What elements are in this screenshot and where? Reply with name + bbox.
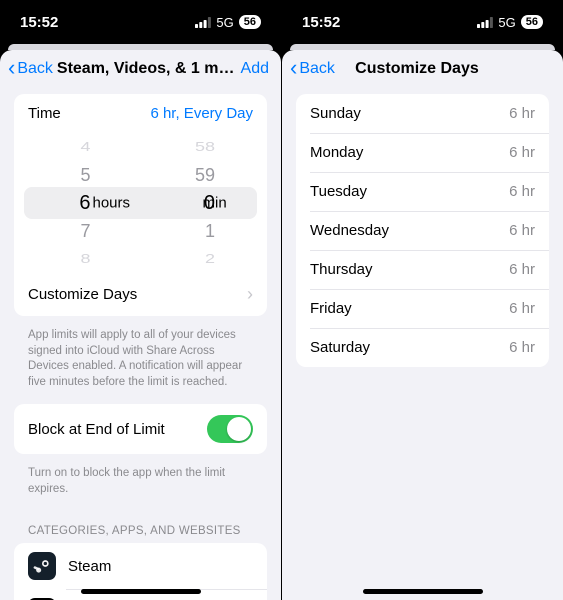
phone-right: 15:52 5G 56 ‹ Back Customize Days Sunday… [282, 0, 563, 600]
day-name: Tuesday [310, 183, 367, 200]
sheet: ‹ Back Customize Days Sunday 6 hr Monday… [282, 50, 563, 600]
hours-opt[interactable]: 8 [14, 249, 141, 269]
time-value: 6 hr, Every Day [150, 105, 253, 122]
block-group: Block at End of Limit [14, 404, 267, 454]
block-footer: Turn on to block the app when the limit … [14, 462, 267, 511]
back-label: Back [299, 60, 335, 78]
hours-opt[interactable]: 7 [14, 217, 141, 245]
day-name: Thursday [310, 261, 373, 278]
back-button[interactable]: ‹ Back [8, 60, 53, 78]
day-row-wednesday[interactable]: Wednesday 6 hr [296, 211, 549, 250]
signal-icon [477, 17, 493, 28]
block-toggle[interactable] [207, 415, 253, 443]
battery-level: 56 [239, 15, 261, 29]
day-row-tuesday[interactable]: Tuesday 6 hr [296, 172, 549, 211]
days-group: Sunday 6 hr Monday 6 hr Tuesday 6 hr Wed… [296, 94, 549, 367]
min-opt[interactable]: 58 [141, 137, 268, 157]
day-value: 6 hr [509, 183, 535, 200]
day-value: 6 hr [509, 105, 535, 122]
hours-unit: hours [93, 195, 131, 212]
time-group: Time 6 hr, Every Day hours min 3 4 5 6 7 [14, 94, 267, 316]
time-picker[interactable]: hours min 3 4 5 6 7 8 9 [14, 133, 267, 273]
apps-section-header: Categories, Apps, and Websites [14, 511, 267, 543]
time-label: Time [28, 105, 61, 122]
customize-days-label: Customize Days [28, 286, 137, 303]
day-value: 6 hr [509, 144, 535, 161]
hours-opt[interactable]: 4 [14, 137, 141, 157]
day-name: Wednesday [310, 222, 389, 239]
day-name: Monday [310, 144, 363, 161]
nav-bar: ‹ Back Customize Days [282, 50, 563, 86]
toggle-knob [227, 417, 251, 441]
battery-level: 56 [521, 15, 543, 29]
content: Sunday 6 hr Monday 6 hr Tuesday 6 hr Wed… [282, 86, 563, 600]
day-name: Saturday [310, 339, 370, 356]
network-label: 5G [498, 15, 515, 30]
day-row-saturday[interactable]: Saturday 6 hr [296, 328, 549, 367]
back-label: Back [17, 60, 53, 78]
day-name: Sunday [310, 105, 361, 122]
min-opt[interactable]: 59 [141, 161, 268, 189]
day-row-monday[interactable]: Monday 6 hr [296, 133, 549, 172]
limits-footer: App limits will apply to all of your dev… [14, 324, 267, 404]
chevron-left-icon: ‹ [8, 60, 15, 76]
status-right: 5G 56 [477, 15, 543, 30]
home-indicator[interactable] [81, 589, 201, 594]
day-value: 6 hr [509, 261, 535, 278]
hours-opt[interactable]: 5 [14, 161, 141, 189]
content: Time 6 hr, Every Day hours min 3 4 5 6 7 [0, 86, 281, 600]
network-label: 5G [216, 15, 233, 30]
block-label: Block at End of Limit [28, 421, 165, 438]
home-indicator[interactable] [363, 589, 483, 594]
status-time: 15:52 [302, 14, 340, 31]
phone-left: 15:52 5G 56 ‹ Back Steam, Videos, & 1 mo… [0, 0, 281, 600]
page-title: Customize Days [335, 60, 499, 78]
sheet: ‹ Back Steam, Videos, & 1 more Add Time … [0, 50, 281, 600]
day-row-thursday[interactable]: Thursday 6 hr [296, 250, 549, 289]
status-bar: 15:52 5G 56 [282, 0, 563, 44]
min-opt[interactable]: 2 [141, 249, 268, 269]
page-title: Steam, Videos, & 1 more [53, 60, 241, 78]
day-value: 6 hr [509, 339, 535, 356]
status-right: 5G 56 [195, 15, 261, 30]
signal-icon [195, 17, 211, 28]
customize-days-row[interactable]: Customize Days › [14, 273, 267, 316]
day-name: Friday [310, 300, 352, 317]
add-button[interactable]: Add [241, 60, 269, 78]
nav-bar: ‹ Back Steam, Videos, & 1 more Add [0, 50, 281, 86]
steam-icon [28, 552, 56, 580]
back-button[interactable]: ‹ Back [290, 60, 335, 78]
day-row-friday[interactable]: Friday 6 hr [296, 289, 549, 328]
chevron-left-icon: ‹ [290, 60, 297, 76]
day-row-sunday[interactable]: Sunday 6 hr [296, 94, 549, 133]
chevron-right-icon: › [247, 284, 253, 305]
min-opt[interactable]: 1 [141, 217, 268, 245]
time-row[interactable]: Time 6 hr, Every Day [14, 94, 267, 133]
status-time: 15:52 [20, 14, 58, 31]
min-unit: min [203, 195, 227, 212]
status-bar: 15:52 5G 56 [0, 0, 281, 44]
app-row-steam[interactable]: Steam [14, 543, 267, 589]
day-value: 6 hr [509, 300, 535, 317]
block-row: Block at End of Limit [14, 404, 267, 454]
app-label: Steam [68, 558, 111, 575]
day-value: 6 hr [509, 222, 535, 239]
